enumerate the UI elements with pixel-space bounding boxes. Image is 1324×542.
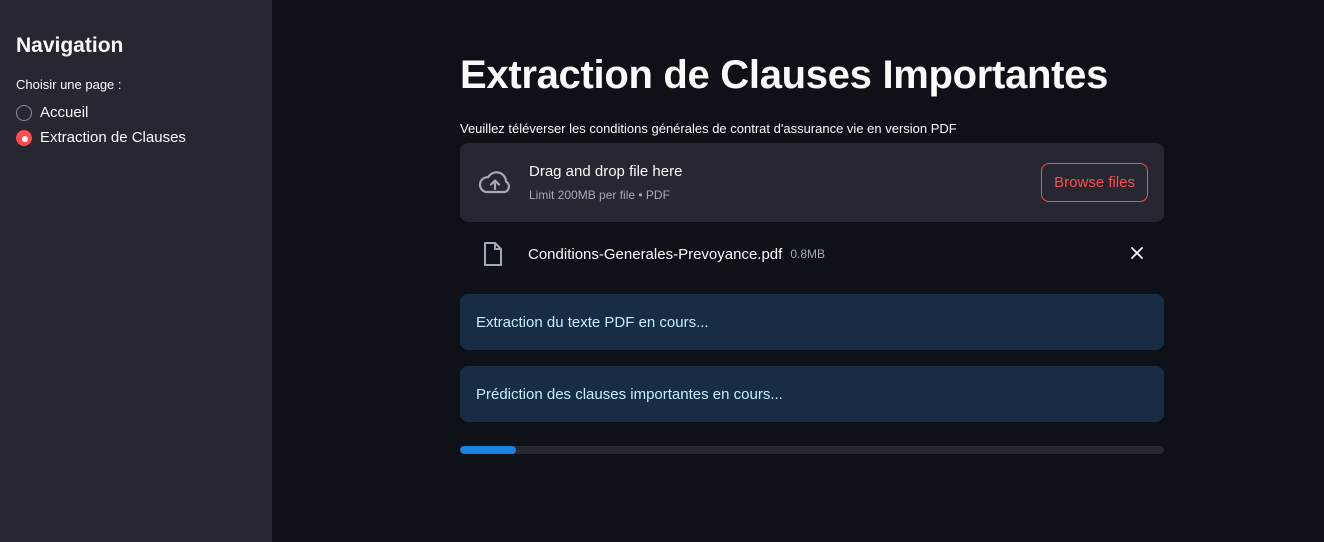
page-radio-label: Choisir une page : — [16, 77, 122, 92]
status-info-box: Prédiction des clauses importantes en co… — [460, 366, 1164, 422]
radio-option-label: Extraction de Clauses — [40, 129, 186, 146]
file-icon — [482, 241, 506, 267]
radio-option-label: Accueil — [40, 104, 89, 121]
dropzone-instructions: Drag and drop file here — [529, 162, 683, 180]
sidebar: Navigation Choisir une page : Accueil Ex… — [0, 0, 272, 542]
remove-file-button[interactable] — [1128, 244, 1146, 262]
status-info-box: Extraction du texte PDF en cours... — [460, 294, 1164, 350]
uploaded-file-row: Conditions-Generales-Prevoyance.pdf 0.8M… — [460, 222, 1164, 286]
progress-bar — [460, 446, 1164, 454]
uploaded-file-size: 0.8MB — [790, 247, 825, 261]
radio-button-extraction[interactable] — [16, 129, 32, 146]
page-radio-group: Accueil Extraction de Clauses — [16, 100, 256, 150]
close-icon — [1131, 247, 1143, 259]
radio-option-extraction[interactable]: Extraction de Clauses — [16, 125, 256, 150]
dropzone-text: Drag and drop file here Limit 200MB per … — [529, 162, 682, 204]
radio-option-accueil[interactable]: Accueil — [16, 100, 256, 125]
uploaded-file-name: Conditions-Generales-Prevoyance.pdf — [528, 245, 783, 263]
browse-files-button[interactable]: Browse files — [1041, 163, 1148, 202]
page-title: Extraction de Clauses Importantes — [460, 53, 1109, 97]
file-uploader-label: Veuillez téléverser les conditions génér… — [460, 121, 957, 136]
file-dropzone[interactable]: Drag and drop file here Limit 200MB per … — [460, 143, 1164, 222]
dropzone-limit: Limit 200MB per file • PDF — [529, 187, 670, 202]
sidebar-title: Navigation — [16, 34, 124, 57]
main-content: Extraction de Clauses Importantes Veuill… — [460, 0, 1164, 454]
cloud-upload-icon — [476, 169, 514, 197]
radio-button-accueil[interactable] — [16, 104, 32, 121]
progress-bar-fill — [460, 446, 517, 454]
app-root: Navigation Choisir une page : Accueil Ex… — [0, 0, 1324, 542]
